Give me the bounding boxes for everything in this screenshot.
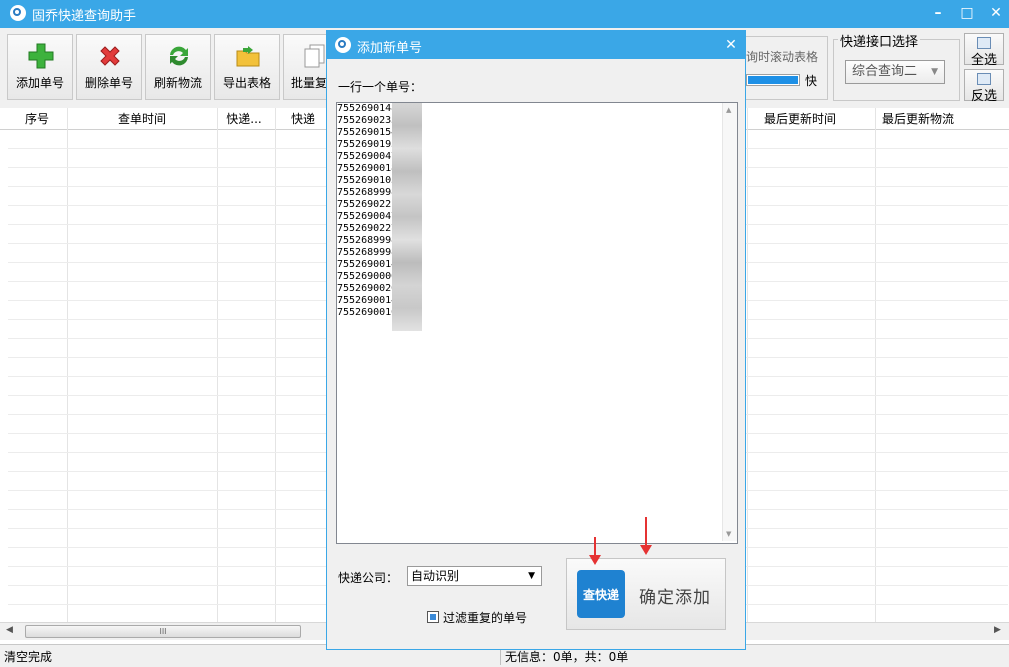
delete-number-label: 删除单号	[84, 76, 133, 90]
tracking-number-line: 7552689998	[337, 187, 398, 198]
tracking-number-line: 7552690047	[337, 151, 398, 162]
dialog-logo-icon	[335, 37, 351, 53]
scrollbar-grip: III	[159, 627, 167, 636]
plus-icon	[28, 43, 54, 69]
tracking-number-line: 7552690014	[337, 295, 398, 306]
textarea-scrollbar[interactable]: ▲ ▼	[722, 103, 737, 541]
close-button[interactable]: ✕	[984, 2, 1008, 24]
scroll-left-icon[interactable]: ◀	[6, 625, 13, 635]
col-header-index[interactable]: 序号	[8, 108, 66, 130]
export-table-button[interactable]: 导出表格	[214, 34, 280, 100]
status-left-text: 清空完成	[4, 650, 53, 664]
batch-copy-label: 批量复	[291, 76, 326, 90]
dialog-title-bar: 添加新单号 ✕	[327, 31, 745, 59]
batch-copy-button[interactable]: 批量复	[283, 34, 327, 100]
tracking-number-line: 7552690221	[337, 199, 398, 210]
status-right-text: 无信息：0单，共：0单	[505, 650, 629, 664]
tracking-number-line: 7552690014	[337, 259, 398, 270]
chevron-down-icon: ▼	[528, 571, 535, 581]
company-select-value: 自动识别	[411, 569, 460, 583]
speed-label: 快	[805, 74, 818, 88]
tracking-number-line: 7552690148	[337, 103, 398, 114]
tracking-number-line: 7552690026	[337, 283, 398, 294]
tracking-number-line: 7552689998	[337, 235, 398, 246]
filter-duplicates-label: 过滤重复的单号	[443, 611, 528, 625]
tracking-numbers-textarea[interactable]: 7552690148 7552690233 7552690154 7552690193…	[336, 102, 738, 544]
refresh-logistics-button[interactable]: 刷新物流	[145, 34, 211, 100]
invert-select-button[interactable]: 反选	[964, 69, 1004, 104]
dialog-close-button[interactable]: ✕	[719, 34, 743, 56]
col-header-query-time[interactable]: 查单时间	[68, 108, 216, 130]
tracking-number-line: 7552690233	[337, 115, 398, 126]
api-group-title: 快递接口选择	[838, 31, 921, 50]
scrollbar-thumb[interactable]: III	[25, 625, 301, 638]
refresh-icon	[170, 46, 188, 66]
filter-duplicates-checkbox[interactable]	[427, 611, 439, 623]
company-label: 快递公司：	[338, 571, 399, 585]
add-number-label: 添加单号	[15, 76, 64, 90]
confirm-add-button[interactable]: 查快递 确定添加	[566, 558, 726, 630]
tracking-number-list: 7552690148 7552690233 7552690154 7552690193…	[337, 103, 397, 319]
main-title-bar: 固乔快递查询助手 – □ ✕	[0, 0, 1009, 28]
company-select[interactable]: 自动识别 ▼	[407, 566, 542, 586]
tracking-number-line: 7552689998	[337, 247, 398, 258]
folder-export-icon	[236, 46, 260, 67]
confirm-add-label: 确定添加	[639, 588, 711, 608]
tracking-number-line: 7552690105	[337, 175, 398, 186]
export-table-label: 导出表格	[222, 76, 271, 90]
minimize-button[interactable]: –	[926, 2, 950, 24]
add-number-dialog: 添加新单号 ✕ 一行一个单号： 7552690148 7552690233 7552…	[326, 30, 746, 650]
maximize-button[interactable]: □	[955, 2, 979, 24]
col-header-last-update-time[interactable]: 最后更新时间	[750, 108, 850, 130]
window-title: 固乔快递查询助手	[32, 9, 137, 24]
delete-number-button[interactable]: 删除单号	[76, 34, 142, 100]
tracking-number-line: 7552690154	[337, 127, 398, 138]
refresh-logistics-label: 刷新物流	[153, 76, 202, 90]
select-all-label: 全选	[970, 53, 997, 68]
tracking-number-line: 7552690018	[337, 163, 398, 174]
invert-select-icon	[977, 73, 991, 85]
col-header-courier-1[interactable]: 快递...	[218, 108, 270, 130]
app-logo-icon	[10, 5, 26, 21]
checkbox-check-mark	[430, 614, 436, 620]
annotation-arrow	[589, 537, 601, 565]
tracking-number-line: 7552690010	[337, 307, 398, 318]
scroll-options-group	[740, 36, 828, 100]
col-header-last-update-logistics[interactable]: 最后更新物流	[876, 108, 960, 130]
logo-text: 查快递	[582, 588, 619, 602]
query-express-logo-icon: 查快递	[577, 570, 625, 618]
dialog-title: 添加新单号	[357, 41, 423, 56]
select-all-button[interactable]: 全选	[964, 33, 1004, 68]
col-header-courier-2[interactable]: 快递	[278, 108, 328, 130]
add-number-button[interactable]: 添加单号	[7, 34, 73, 100]
delete-x-icon	[100, 46, 120, 66]
api-select-value: 综合查询二	[852, 64, 918, 79]
tracking-number-line: 7552690047	[337, 211, 398, 222]
dialog-prompt: 一行一个单号：	[338, 80, 423, 94]
annotation-arrow	[640, 517, 652, 555]
tracking-number-line: 7552690006	[337, 271, 398, 282]
copy-icon	[304, 44, 325, 68]
redaction-blur	[392, 103, 422, 331]
tracking-number-line: 7552690227	[337, 223, 398, 234]
speed-slider[interactable]	[746, 74, 800, 86]
tracking-number-line: 7552690193	[337, 139, 398, 150]
scroll-right-icon[interactable]: ▶	[994, 625, 1001, 635]
scroll-table-label: 询时滚动表格	[746, 50, 819, 64]
invert-select-label: 反选	[970, 89, 997, 104]
select-all-icon	[977, 37, 991, 49]
scroll-down-icon[interactable]: ▼	[726, 530, 731, 538]
chevron-down-icon: ▼	[931, 67, 938, 77]
speed-slider-fill	[748, 76, 798, 84]
api-select[interactable]: 综合查询二 ▼	[845, 60, 945, 84]
scroll-up-icon[interactable]: ▲	[726, 106, 731, 114]
